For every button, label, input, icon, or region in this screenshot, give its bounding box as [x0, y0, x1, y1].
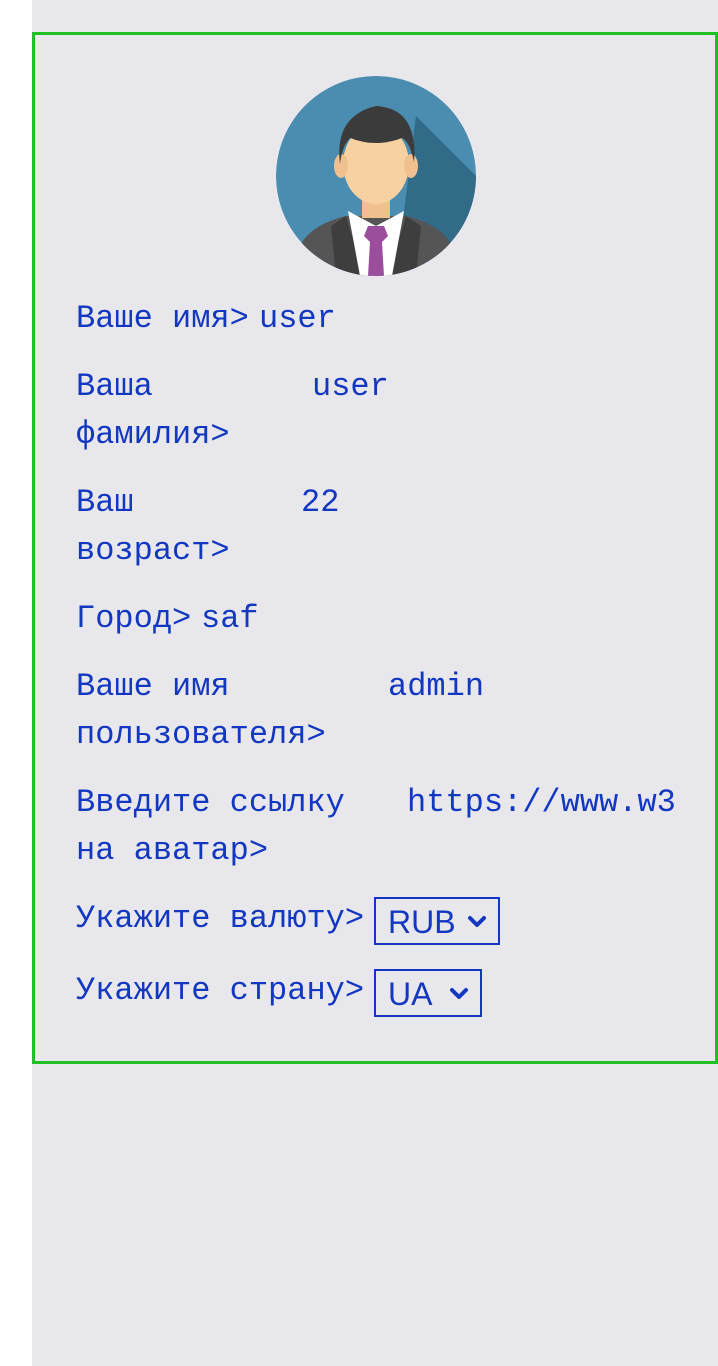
age-label-line1: Ваш — [76, 484, 134, 521]
avatar-link-label-line1: Введите ссылку — [76, 784, 345, 821]
country-field: Укажите страну> — [76, 967, 364, 1111]
currency-selected-value: RUB — [388, 904, 456, 940]
currency-select[interactable]: RUB — [374, 897, 500, 945]
username-label-line1: Ваше имя — [76, 668, 230, 705]
country-select[interactable]: UA — [374, 969, 482, 1017]
city-label: Город> — [76, 600, 192, 637]
city-value: saf — [201, 600, 259, 637]
last-name-value: user — [312, 368, 389, 405]
last-name-label-line1: Ваша — [76, 368, 153, 405]
country-selected-value: UA — [388, 976, 433, 1012]
profile-card: Ваше имя> user Ваша фамилия> user Ваш во… — [32, 32, 718, 1064]
first-name-value: user — [259, 300, 336, 337]
currency-label: Укажите валюту> — [76, 900, 365, 937]
country-label: Укажите страну> — [76, 972, 365, 1009]
chevron-down-icon — [468, 916, 486, 927]
username-label-line2: пользователя> — [76, 716, 326, 753]
age-label-line2: возраст> — [76, 532, 230, 569]
avatar-icon — [276, 76, 476, 276]
last-name-label-line2: фамилия> — [76, 416, 230, 453]
age-value: 22 — [301, 484, 340, 521]
username-value: admin — [388, 668, 485, 705]
avatar-link-value: https://www.w3 — [407, 784, 676, 821]
chevron-down-icon — [450, 988, 468, 999]
avatar-link-label-line2: на аватар> — [76, 832, 269, 869]
first-name-label: Ваше имя> — [76, 300, 249, 337]
